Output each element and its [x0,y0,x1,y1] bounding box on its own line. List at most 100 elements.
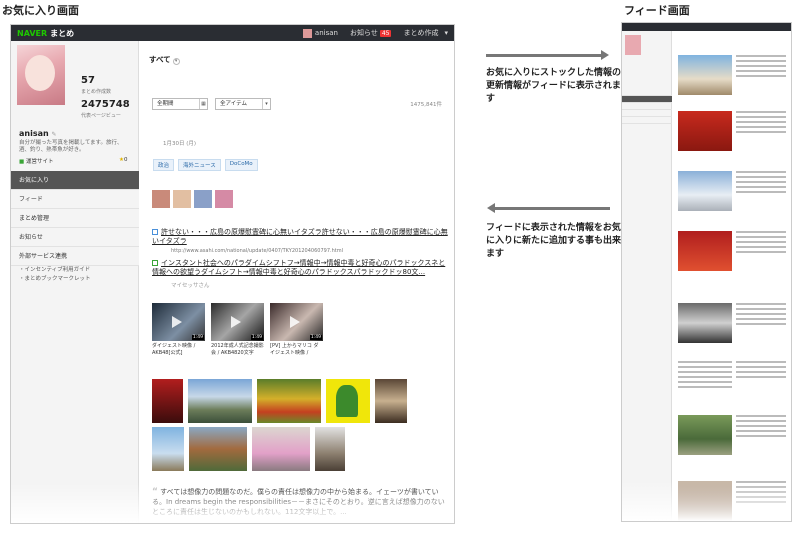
sidebar-item-notices[interactable]: お知らせ [11,228,139,247]
home-icon: ■ [19,159,25,165]
sidebar-item-feed[interactable]: フィード [11,190,139,209]
profile-avatar[interactable] [17,45,65,105]
sidebar-nav: お気に入り フィード まとめ管理 お知らせ 外部サービス連携 [11,171,139,266]
top-bar: NAVER まとめ anisan お知らせ 45 まとめ作成 ▾ [11,25,454,41]
feed-image [678,111,732,151]
user-avatar[interactable] [173,190,191,208]
video-caption[interactable]: ダイジェスト映像 / AKB48[公式] [152,343,205,356]
gallery-image[interactable] [152,379,183,423]
tag-docomo[interactable]: DoCoMo [224,159,258,171]
video-duration: 1:49 [191,335,204,340]
favorite-matome-item[interactable]: インスタント社会へのパラダイムシフトフ→情報中→情報中毒と好奇心のパラドックスネ… [152,259,452,277]
matome-logo-text: まとめ [50,28,75,38]
gallery-image[interactable] [188,379,252,423]
video-item[interactable]: 1:49 ダイジェスト映像 / AKB48[公式] [152,303,205,356]
incentive-guide-link[interactable]: ・インセンティブ利用ガイド [19,266,91,275]
main-content: すべて ▾ 全期間 ▦ 全アイテム ▾ 1475,841件 1月30日 (月) 政治 … [149,41,448,523]
favorite-link-item[interactable]: 許せない・・・広島の原爆慰霊碑に心無いイタズラ許せない・・・広島の原爆慰霊碑に心… [152,228,452,246]
video-caption[interactable]: [PV] 上からマリコ ダイジェスト映像 / [270,343,323,356]
sidebar-item-favorites[interactable]: お気に入り [11,171,139,190]
period-select-value: 全期間 [157,101,174,107]
notice-button[interactable]: お知らせ 45 [350,28,392,38]
filter-dropdown[interactable]: すべて ▾ [149,54,180,65]
user-avatar [302,28,312,38]
feed-nav-item [622,103,672,110]
user-menu[interactable]: anisan [302,28,338,38]
feed-top-bar [622,23,791,31]
feed-image [678,55,732,95]
tag-politics[interactable]: 政治 [153,159,175,171]
sidebar-item-external-services[interactable]: 外部サービス連携 [11,247,139,266]
video-item[interactable]: 1:49 2012年成人式記念撮影会 / AKB4820文字 [211,303,264,356]
video-thumbnail[interactable]: 1:49 [270,303,323,341]
video-item[interactable]: 1:49 [PV] 上からマリコ ダイジェスト映像 / [270,303,323,356]
gallery-image[interactable] [315,427,345,471]
matome-count-label: まとめ作成数 [81,89,112,95]
feed-sidebar-nav [622,89,672,124]
feed-screen-heading: フィード画面 [624,4,690,17]
edit-pencil-icon[interactable]: ✎ [52,131,57,138]
create-matome-button[interactable]: まとめ作成 [403,28,438,38]
link-icon [152,229,158,235]
feed-text [736,111,786,136]
user-avatar[interactable] [194,190,212,208]
user-name: anisan [314,29,338,37]
video-list: 1:49 ダイジェスト映像 / AKB48[公式] 1:49 2012年成人式記… [152,303,323,356]
tag-overseas-news[interactable]: 海外ニュース [178,159,221,171]
calendar-icon: ▦ [199,99,207,109]
link-title[interactable]: 許せない・・・広島の原爆慰霊碑に心無いイタズラ許せない・・・広島の原爆慰霊碑に心… [152,228,448,245]
quote-text: すべては想像力の問題なのだ。僕らの責任は想像力の中から始まる。イェーツが書いてい… [152,488,445,516]
matome-title[interactable]: インスタント社会へのパラダイムシフトフ→情報中→情報中毒と好奇心のパラドックスネ… [152,259,445,276]
play-icon [231,316,241,328]
matome-author[interactable]: マイセッサさん [171,281,210,289]
favorite-users [152,190,233,208]
feed-nav-item [622,96,672,103]
total-count: 1475,841件 [410,102,442,108]
feed-row [678,49,788,97]
play-icon [290,316,300,328]
item-type-select[interactable]: 全アイテム ▾ [215,98,271,110]
feed-text [736,303,786,328]
bookmarklet-link[interactable]: ・まとめブックマークレット [19,275,91,284]
user-avatar[interactable] [152,190,170,208]
star-count: ★0 [119,157,127,163]
operated-site-link[interactable]: ■ 運営サイト [19,157,53,165]
feed-text [736,361,786,381]
notice-label: お知らせ [349,29,378,37]
gallery-image[interactable] [152,427,184,471]
naver-matome-logo[interactable]: NAVER まとめ [17,28,74,39]
filter-label: すべて [149,55,171,64]
feed-nav-item [622,110,672,117]
gallery-image[interactable] [252,427,310,471]
quote-item[interactable]: “ すべては想像力の問題なのだ。僕らの責任は想像力の中から始まる。イェーツが書い… [152,487,446,517]
video-thumbnail[interactable]: 1:49 [152,303,205,341]
profile-name[interactable]: anisan ✎ [19,129,57,138]
sidebar-item-matome-manage[interactable]: まとめ管理 [11,209,139,228]
link-url[interactable]: http://www.asahi.com/national/update/040… [171,248,343,254]
feed-text [736,415,786,440]
feed-row [678,297,788,345]
feed-profile-avatar [625,35,641,55]
video-thumbnail[interactable]: 1:49 [211,303,264,341]
gallery-image[interactable] [326,379,370,423]
gallery-image[interactable] [189,427,247,471]
feed-row [678,355,788,403]
gallery-image[interactable] [257,379,321,423]
feed-image [678,303,732,343]
page-view-label: 代表ページビュー [81,113,121,119]
chevron-down-icon[interactable]: ▾ [444,29,448,37]
video-caption[interactable]: 2012年成人式記念撮影会 / AKB4820文字 [211,343,264,356]
notice-badge: 45 [379,29,392,37]
extra-links: ・インセンティブ利用ガイド ・まとめブックマークレット [19,266,91,284]
play-icon [172,316,182,328]
image-gallery-row [152,379,407,423]
gallery-image[interactable] [375,379,407,423]
image-gallery-row [152,427,345,471]
feed-row [678,225,788,273]
gallery-image-figure [336,385,358,417]
matome-icon [152,260,158,266]
period-select[interactable]: 全期間 ▦ [152,98,208,110]
feed-text [736,55,786,80]
feed-nav-item [622,117,672,124]
user-avatar[interactable] [215,190,233,208]
